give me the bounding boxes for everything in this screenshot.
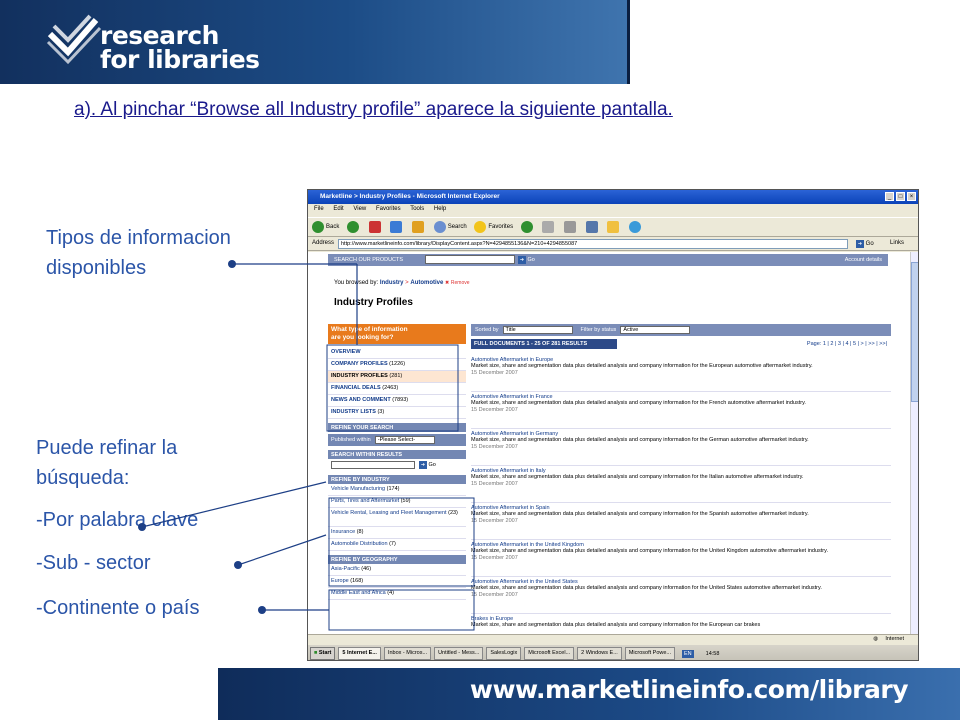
callout-lines bbox=[138, 260, 475, 631]
footer-url: www.marketlineinfo.com/library bbox=[469, 675, 909, 704]
